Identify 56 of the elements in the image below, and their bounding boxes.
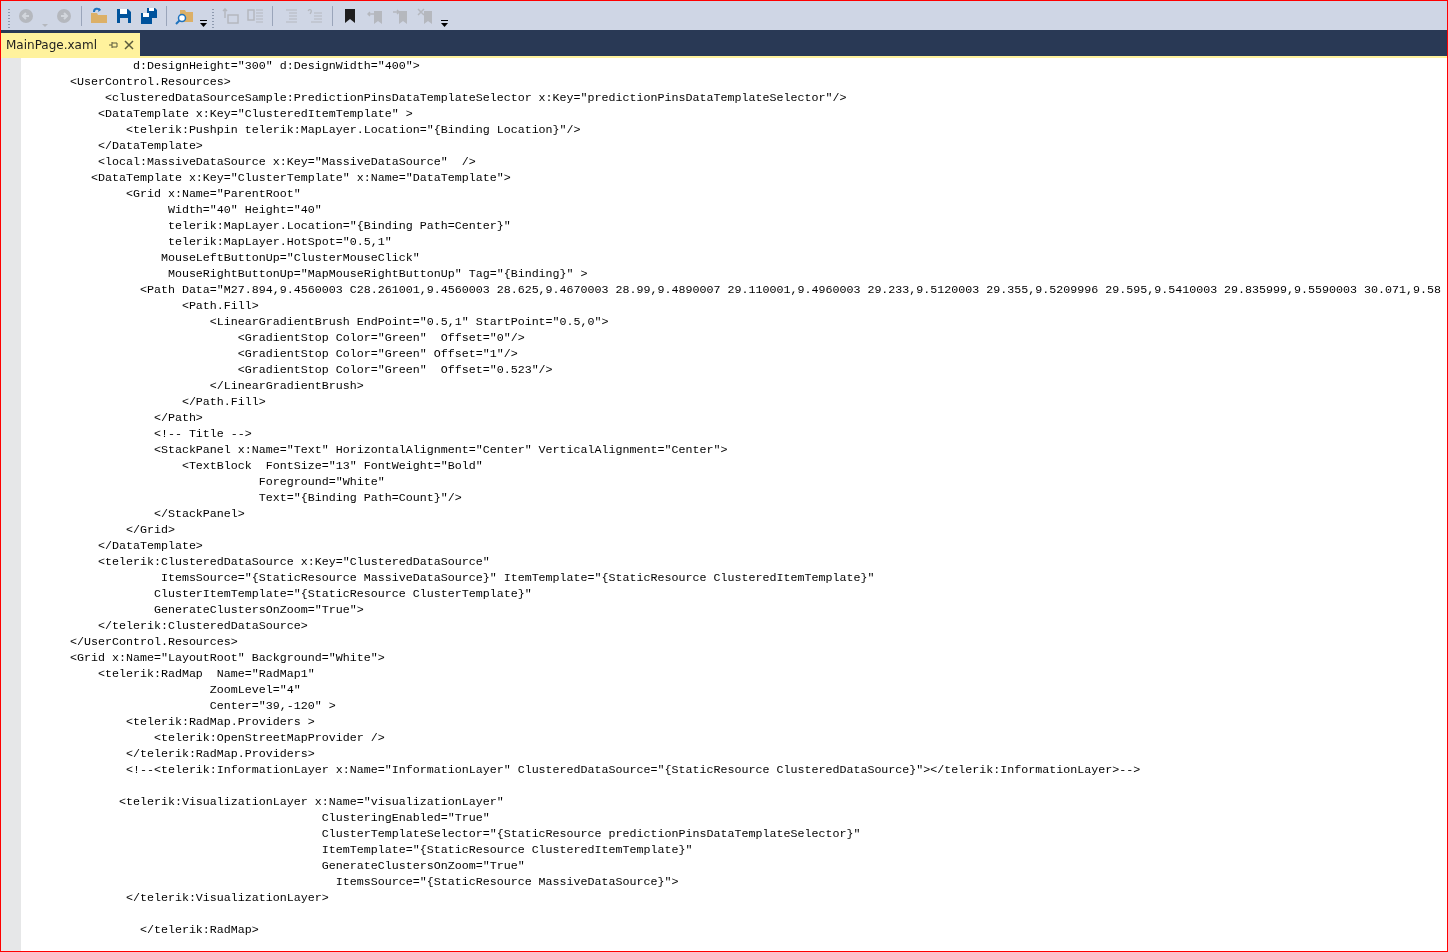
code-line: <GradientStop Color="Green" Offset="0.523"/> [236, 362, 554, 378]
code-line: <Path.Fill> [180, 298, 260, 314]
code-line: <GradientStop Color="Green" Offset="1"/> [236, 346, 519, 362]
code-line: <telerik:Pushpin telerik:MapLayer.Location="{Binding Location}"/> [124, 122, 582, 138]
code-line: ClusterItemTemplate="{StaticResource ClusterTemplate}" [152, 586, 533, 602]
code-line: telerik:MapLayer.HotSpot="0.5,1" [166, 234, 393, 250]
code-line: <telerik:OpenStreetMapProvider /> [152, 730, 386, 746]
code-line: </LinearGradientBrush> [208, 378, 365, 394]
code-line: </Path.Fill> [180, 394, 267, 410]
code-line: ClusteringEnabled="True" [320, 810, 491, 826]
code-line: <Grid x:Name="ParentRoot" [124, 186, 302, 202]
code-line: GenerateClustersOnZoom="True"> [152, 602, 365, 618]
code-line: <local:MassiveDataSource x:Key="MassiveDataSource" /> [96, 154, 477, 170]
code-line: <Path Data="M27.894,9.4560003 C28.261001,9.4560003 28.625,9.4670003 28.99,9.4890007 29.110001,9.4960003 29.233,9.5120003 29.355,9.5209996 29.595,9.5410003 29.835999,9.5590003 30.071,9.58 [138, 282, 1442, 298]
code-line: <TextBlock FontSize="13" FontWeight="Bold" [180, 458, 484, 474]
code-line: <telerik:RadMap Name="RadMap1" [96, 666, 316, 682]
code-line: <telerik:VisualizationLayer x:Name="visualizationLayer" [117, 794, 505, 810]
code-line: </telerik:ClusteredDataSource> [96, 618, 309, 634]
code-line: <telerik:ClusteredDataSource x:Key="ClusteredDataSource" [96, 554, 491, 570]
pin-icon[interactable] [109, 39, 118, 50]
code-line: ItemsSource="{StaticResource MassiveDataSource}" ItemTemplate="{StaticResource ClusteredItemTemplate}" [159, 570, 876, 586]
code-line: GenerateClustersOnZoom="True" [320, 858, 526, 874]
code-line: MouseLeftButtonUp="ClusterMouseClick" [159, 250, 421, 266]
code-line: MouseRightButtonUp="MapMouseRightButtonUp" Tag="{Binding}" > [166, 266, 589, 282]
code-line: </telerik:RadMap.Providers> [124, 746, 316, 762]
code-line: ItemsSource="{StaticResource MassiveDataSource}"> [334, 874, 680, 890]
code-line: d:DesignHeight="300" d:DesignWidth="400"> [131, 58, 421, 74]
code-line: </DataTemplate> [96, 138, 204, 154]
code-line: <clusteredDataSourceSample:PredictionPinsDataTemplateSelector x:Key="predictionPinsDataTemplateSelector"/> [103, 90, 848, 106]
code-line: </StackPanel> [152, 506, 246, 522]
code-line: <telerik:RadMap.Providers > [124, 714, 316, 730]
code-line: Width="40" Height="40" [166, 202, 323, 218]
code-line: </telerik:RadMap> [138, 922, 260, 938]
code-line: ClusterTemplateSelector="{StaticResource predictionPinsDataTemplateSelector}" [320, 826, 862, 842]
code-line: <!-- Title --> [152, 426, 253, 442]
code-line: </Path> [152, 410, 204, 426]
code-line: ItemTemplate="{StaticResource ClusteredItemTemplate}" [320, 842, 694, 858]
code-line: </Grid> [124, 522, 176, 538]
close-icon[interactable] [124, 39, 134, 50]
code-line: ZoomLevel="4" [208, 682, 302, 698]
code-line: <UserControl.Resources> [68, 74, 232, 90]
code-line: <GradientStop Color="Green" Offset="0"/> [236, 330, 526, 346]
code-line: </telerik:VisualizationLayer> [124, 890, 330, 906]
code-line: <Grid x:Name="LayoutRoot" Background="White"> [68, 650, 386, 666]
code-line: </DataTemplate> [96, 538, 204, 554]
code-line: <!--<telerik:InformationLayer x:Name="InformationLayer" ClusteredDataSource="{StaticResource ClusteredDataSource}"></telerik:InformationLayer>--> [124, 762, 1142, 778]
code-line: <LinearGradientBrush EndPoint="0.5,1" StartPoint="0.5,0"> [208, 314, 610, 330]
code-line: Text="{Binding Path=Count}"/> [257, 490, 463, 506]
code-line: Foreground="White" [257, 474, 386, 490]
code-line: telerik:MapLayer.Location="{Binding Path=Center}" [166, 218, 512, 234]
code-line: Center="39,-120" > [208, 698, 337, 714]
code-line: <StackPanel x:Name="Text" HorizontalAlignment="Center" VerticalAlignment="Center"> [152, 442, 729, 458]
code-line: <DataTemplate x:Key="ClusterTemplate" x:Name="DataTemplate"> [89, 170, 512, 186]
document-tab[interactable]: MainPage.xaml [1, 33, 140, 56]
code-line: </UserControl.Resources> [68, 634, 239, 650]
code-line: <DataTemplate x:Key="ClusteredItemTemplate" > [96, 106, 414, 122]
